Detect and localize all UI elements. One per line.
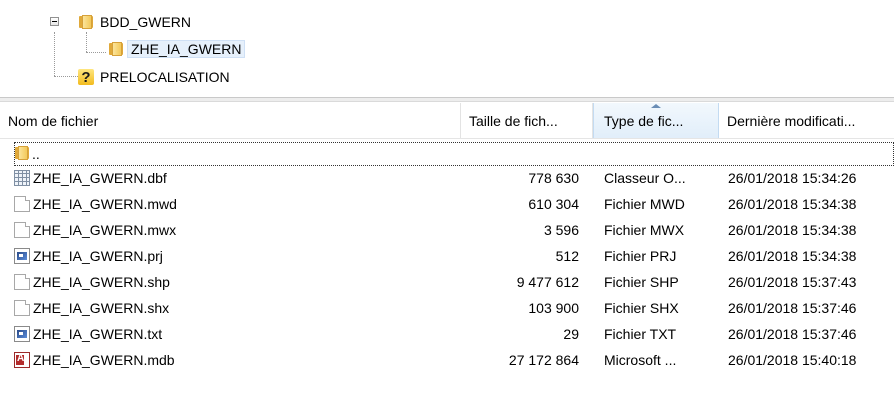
file-size: 9 477 612 bbox=[516, 274, 579, 290]
column-header-label: Nom de fichier bbox=[8, 112, 99, 129]
access-database-icon bbox=[14, 352, 30, 368]
column-header-modified[interactable]: Dernière modificati... bbox=[719, 103, 894, 138]
table-row[interactable]: ZHE_IA_GWERN.mwd 610 304 Fichier MWD 26/… bbox=[0, 192, 894, 216]
tree-item-label: ZHE_IA_GWERN bbox=[127, 40, 246, 58]
folder-tree: BDD_GWERN ZHE_IA_GWERN ? PRELOCALISATION bbox=[0, 0, 894, 96]
file-list-header: Nom de fichier Taille de fich... Type de… bbox=[0, 103, 894, 139]
file-name: ZHE_IA_GWERN.shp bbox=[33, 274, 170, 290]
tree-connector bbox=[86, 32, 87, 52]
folder-icon bbox=[78, 15, 94, 29]
file-name: ZHE_IA_GWERN.prj bbox=[33, 248, 163, 264]
table-row[interactable]: ZHE_IA_GWERN.shp 9 477 612 Fichier SHP 2… bbox=[0, 270, 894, 294]
tree-connector bbox=[54, 76, 78, 77]
file-type: Fichier MWD bbox=[604, 196, 685, 212]
file-modified: 26/01/2018 15:37:43 bbox=[728, 274, 857, 290]
column-header-label: Dernière modificati... bbox=[727, 112, 856, 129]
blank-file-icon bbox=[14, 222, 30, 238]
tree-connector bbox=[86, 52, 106, 53]
file-name: ZHE_IA_GWERN.mdb bbox=[33, 352, 175, 368]
table-row[interactable]: ZHE_IA_GWERN.txt 29 Fichier TXT 26/01/20… bbox=[0, 322, 894, 346]
file-modified: 26/01/2018 15:40:18 bbox=[728, 352, 857, 368]
tree-item-bdd-gwern[interactable]: BDD_GWERN bbox=[78, 12, 191, 32]
file-size: 3 596 bbox=[543, 222, 579, 238]
file-modified: 26/01/2018 15:34:38 bbox=[728, 196, 857, 212]
file-type: Microsoft ... bbox=[604, 352, 677, 368]
question-icon: ? bbox=[78, 69, 94, 86]
script-file-icon bbox=[14, 326, 30, 342]
spreadsheet-file-icon bbox=[14, 170, 30, 186]
column-header-name[interactable]: Nom de fichier bbox=[0, 103, 461, 138]
file-size: 610 304 bbox=[528, 196, 579, 212]
blank-file-icon bbox=[14, 274, 30, 290]
script-file-icon bbox=[14, 248, 30, 264]
folder-up-icon bbox=[14, 146, 32, 162]
file-modified: 26/01/2018 15:34:26 bbox=[728, 170, 857, 186]
file-name: ZHE_IA_GWERN.txt bbox=[33, 326, 163, 342]
file-modified: 26/01/2018 15:34:38 bbox=[728, 222, 857, 238]
file-name: ZHE_IA_GWERN.shx bbox=[33, 300, 170, 316]
table-row[interactable]: ZHE_IA_GWERN.prj 512 Fichier PRJ 26/01/2… bbox=[0, 244, 894, 268]
parent-folder-row[interactable]: .. bbox=[14, 142, 894, 166]
table-row[interactable]: ZHE_IA_GWERN.mdb 27 172 864 Microsoft ..… bbox=[0, 348, 894, 372]
folder-icon bbox=[108, 42, 124, 56]
parent-folder-label: .. bbox=[32, 146, 40, 162]
column-header-size[interactable]: Taille de fich... bbox=[461, 103, 593, 138]
tree-item-zhe-ia-gwern[interactable]: ZHE_IA_GWERN bbox=[108, 39, 246, 59]
tree-item-prelocalisation[interactable]: ? PRELOCALISATION bbox=[78, 67, 230, 87]
table-row[interactable]: ZHE_IA_GWERN.dbf 778 630 Classeur O... 2… bbox=[0, 166, 894, 190]
table-row[interactable]: ZHE_IA_GWERN.mwx 3 596 Fichier MWX 26/01… bbox=[0, 218, 894, 242]
file-type: Fichier SHP bbox=[604, 274, 679, 290]
file-type: Classeur O... bbox=[604, 170, 686, 186]
tree-connector bbox=[54, 32, 55, 76]
file-name: ZHE_IA_GWERN.mwx bbox=[33, 222, 177, 238]
table-row[interactable]: ZHE_IA_GWERN.shx 103 900 Fichier SHX 26/… bbox=[0, 296, 894, 320]
file-modified: 26/01/2018 15:37:46 bbox=[728, 326, 857, 342]
file-name: ZHE_IA_GWERN.dbf bbox=[33, 170, 167, 186]
file-size: 29 bbox=[563, 326, 579, 342]
column-header-label: Type de fic... bbox=[604, 112, 684, 129]
tree-item-label: PRELOCALISATION bbox=[100, 69, 230, 85]
column-header-label: Taille de fich... bbox=[469, 112, 558, 129]
file-size: 27 172 864 bbox=[508, 352, 579, 368]
collapse-toggle[interactable] bbox=[50, 17, 59, 26]
pane-splitter[interactable] bbox=[0, 97, 894, 102]
tree-item-label: BDD_GWERN bbox=[100, 14, 192, 30]
file-size: 512 bbox=[555, 248, 579, 264]
file-type: Fichier MWX bbox=[604, 222, 685, 238]
file-name: ZHE_IA_GWERN.mwd bbox=[33, 196, 177, 212]
file-size: 103 900 bbox=[528, 300, 579, 316]
file-type: Fichier TXT bbox=[604, 326, 677, 342]
file-type: Fichier PRJ bbox=[604, 248, 677, 264]
file-type: Fichier SHX bbox=[604, 300, 679, 316]
blank-file-icon bbox=[14, 300, 30, 316]
file-size: 778 630 bbox=[528, 170, 579, 186]
column-header-type[interactable]: Type de fic... bbox=[593, 103, 719, 138]
blank-file-icon bbox=[14, 196, 30, 212]
file-modified: 26/01/2018 15:34:38 bbox=[728, 248, 857, 264]
sort-ascending-icon bbox=[651, 104, 661, 108]
file-modified: 26/01/2018 15:37:46 bbox=[728, 300, 857, 316]
